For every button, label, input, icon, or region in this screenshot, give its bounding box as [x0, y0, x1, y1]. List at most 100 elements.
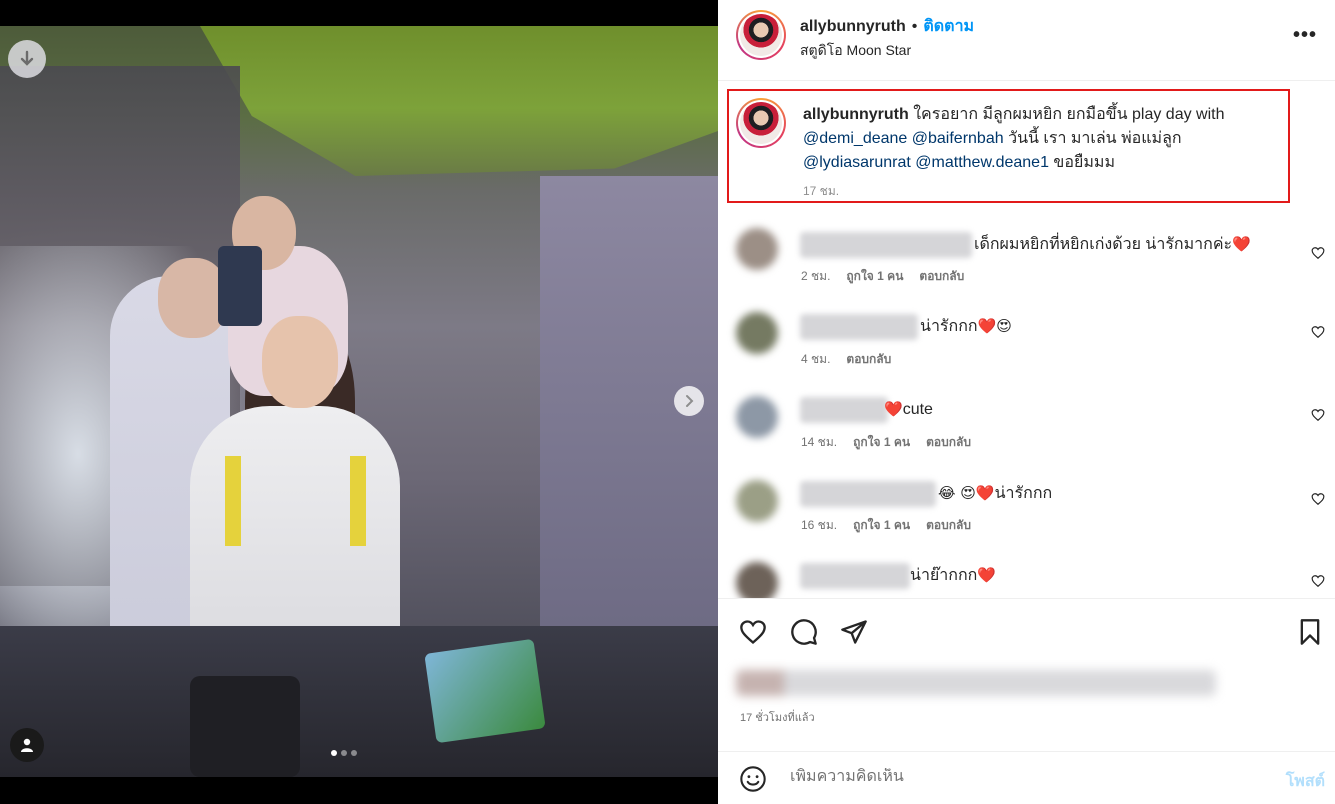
download-button[interactable] [8, 40, 46, 78]
heart-icon [740, 620, 766, 645]
mention-link[interactable]: @demi_deane [803, 130, 907, 147]
caption-timestamp: 17 ชม. [803, 184, 840, 198]
comment-input[interactable] [790, 768, 1230, 786]
caption-username[interactable]: allybunnyruth [803, 106, 909, 123]
heart-icon[interactable] [1311, 325, 1325, 339]
comment-username[interactable] [800, 397, 888, 423]
comment-meta: 2 ชม. ถูกใจ 1 คน ตอบกลับ [801, 267, 964, 286]
save-button[interactable] [1295, 617, 1325, 647]
comment-emoji: ❤️ [977, 566, 997, 584]
download-icon [20, 50, 34, 66]
photo-woman-face [262, 316, 338, 408]
comment-item: 😂 😍❤️น่ารักกก 16 ชม. ถูกใจ 1 คน ตอบกลับ [718, 478, 1335, 562]
photo-snack [424, 638, 546, 744]
photo-phone [218, 246, 262, 326]
caption-segment: ใครอยาก มีลูกผมหยิก ยกมือขึ้น play day w… [913, 106, 1225, 123]
reply-button[interactable]: ตอบกลับ [926, 516, 971, 535]
comment-username[interactable] [800, 232, 972, 258]
follow-button[interactable]: ติดตาม [923, 14, 974, 39]
user-tag-icon [21, 738, 33, 752]
avatar[interactable] [736, 10, 786, 60]
comment-emoji: ❤️😍 [977, 317, 1012, 335]
comment-text: ❤️cute [884, 397, 933, 422]
comment-emoji: 😂 😍❤️ [938, 484, 995, 502]
share-button[interactable] [839, 617, 869, 647]
comment-time: 4 ชม. [801, 352, 831, 366]
comment-body: น่ารักกก [920, 318, 978, 335]
comment-text: 😂 😍❤️น่ารักกก [938, 481, 1052, 506]
photo-sleeve [225, 456, 241, 546]
post-comment-button[interactable]: โพสต์ [1286, 769, 1325, 794]
post-photo[interactable] [0, 26, 718, 777]
carousel-dot [351, 750, 357, 756]
chevron-right-icon [686, 395, 694, 407]
header-user-row: allybunnyruth • ติดตาม [800, 14, 974, 39]
location-link[interactable]: สตูดิโอ Moon Star [800, 40, 911, 62]
like-button[interactable] [738, 617, 768, 647]
heart-icon[interactable] [1311, 246, 1325, 260]
photo-table [0, 626, 718, 777]
emoji-button[interactable] [738, 764, 768, 794]
comment-item: น่ารักกก❤️😍 4 ชม. ตอบกลับ [718, 310, 1335, 394]
comment-likes[interactable]: ถูกใจ 1 คน [853, 433, 910, 452]
reply-button[interactable]: ตอบกลับ [926, 433, 971, 452]
caption-segment: วันนี้ เรา มาเล่น พ่อแม่ลูก [1008, 130, 1182, 147]
comment-avatar[interactable] [736, 396, 778, 438]
mention-link[interactable]: @matthew.deane1 [915, 154, 1049, 171]
comment-emoji: ❤️ [1232, 235, 1251, 253]
comment-emoji: ❤️ [884, 400, 903, 418]
username-link[interactable]: allybunnyruth [800, 18, 906, 36]
comment-meta: 4 ชม. ตอบกลับ [801, 350, 891, 369]
photo-bag [190, 676, 300, 777]
comment-text: น่ารักกก❤️😍 [920, 314, 1012, 339]
comments-list[interactable]: เด็กผมหยิกที่หยิกเก่งด้วย น่ารักมากค่ะ❤️… [718, 210, 1335, 598]
comment-item: น่าย๊ากกก❤️ [718, 560, 1335, 598]
comment-likes[interactable]: ถูกใจ 1 คน [846, 267, 903, 286]
caption-text: allybunnyruth ใครอยาก มีลูกผมหยิก ยกมือข… [803, 103, 1283, 175]
reply-button[interactable]: ตอบกลับ [919, 267, 964, 286]
comment-button[interactable] [789, 617, 819, 647]
more-options-button[interactable]: ••• [1293, 24, 1317, 47]
bookmark-icon [1300, 619, 1320, 645]
comment-avatar[interactable] [736, 562, 778, 598]
emoji-icon [740, 766, 766, 792]
heart-icon[interactable] [1311, 492, 1325, 506]
heart-icon[interactable] [1311, 574, 1325, 588]
comment-time: 2 ชม. [801, 269, 831, 283]
caption-highlight: allybunnyruth ใครอยาก มีลูกผมหยิก ยกมือข… [727, 89, 1290, 203]
comment-icon [791, 619, 817, 645]
comment-item: ❤️cute 14 ชม. ถูกใจ 1 คน ตอบกลับ [718, 394, 1335, 478]
comment-body: น่าย๊ากกก [910, 567, 978, 584]
comment-time: 14 ชม. [801, 435, 838, 449]
photo-ceiling [200, 26, 718, 176]
carousel-indicator [331, 750, 357, 756]
comment-body: น่ารักกก [994, 485, 1053, 502]
post-header: allybunnyruth • ติดตาม สตูดิโอ Moon Star… [718, 0, 1335, 81]
carousel-dot [341, 750, 347, 756]
comment-body: เด็กผมหยิกที่หยิกเก่งด้วย น่ารักมากค่ะ [974, 236, 1233, 253]
comment-text: น่าย๊ากกก❤️ [910, 563, 996, 588]
comment-avatar[interactable] [736, 480, 778, 522]
comment-avatar[interactable] [736, 312, 778, 354]
comment-avatar[interactable] [736, 228, 778, 270]
comment-text: เด็กผมหยิกที่หยิกเก่งด้วย น่ารักมากค่ะ❤️ [974, 232, 1251, 257]
comment-item: เด็กผมหยิกที่หยิกเก่งด้วย น่ารักมากค่ะ❤️… [718, 226, 1335, 310]
comment-username[interactable] [800, 481, 936, 507]
post-details-panel: allybunnyruth • ติดตาม สตูดิโอ Moon Star… [718, 0, 1335, 804]
comment-time: 16 ชม. [801, 518, 838, 532]
add-comment-bar: โพสต์ [718, 751, 1335, 804]
mention-link[interactable]: @baifernbah [912, 130, 1004, 147]
likes-summary[interactable] [736, 670, 1216, 696]
share-icon [841, 620, 867, 644]
carousel-next-button[interactable] [674, 386, 704, 416]
avatar[interactable] [736, 98, 786, 148]
post-timestamp: 17 ชั่วโมงที่แล้ว [740, 712, 815, 724]
mention-link[interactable]: @lydiasarunrat [803, 154, 911, 171]
reply-button[interactable]: ตอบกลับ [846, 350, 891, 369]
post-actions [718, 598, 1335, 664]
tagged-users-button[interactable] [10, 728, 44, 762]
comment-username[interactable] [800, 314, 918, 340]
heart-icon[interactable] [1311, 408, 1325, 422]
comment-likes[interactable]: ถูกใจ 1 คน [853, 516, 910, 535]
comment-username[interactable] [800, 563, 910, 589]
